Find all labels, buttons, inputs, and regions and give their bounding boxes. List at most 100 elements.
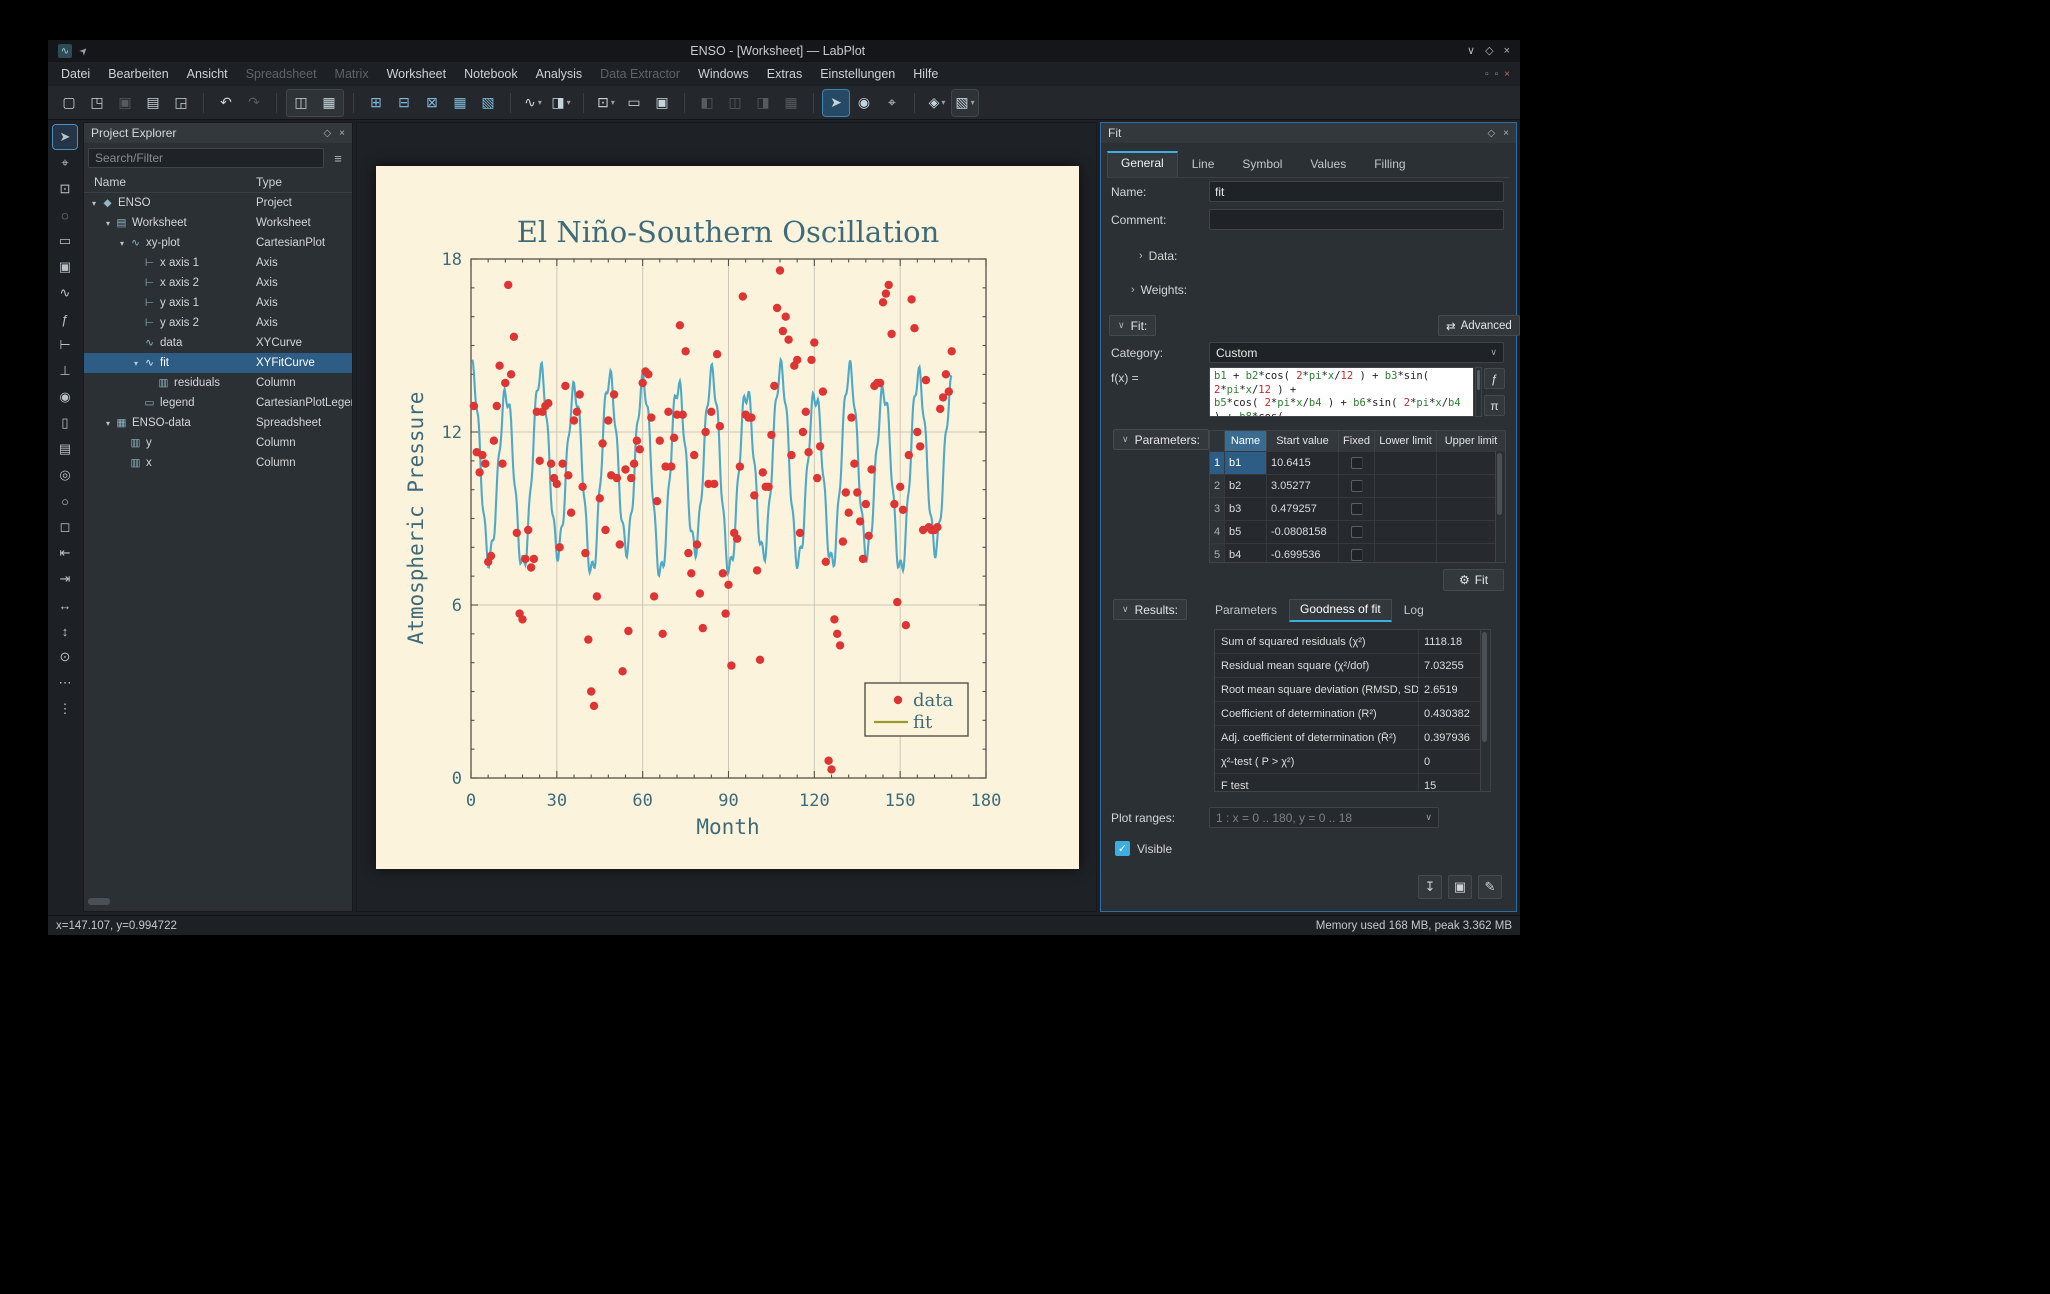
param-row-b3[interactable]: 3b30.479257	[1210, 497, 1505, 520]
comment-field[interactable]	[1209, 209, 1504, 230]
data-point[interactable]	[799, 428, 807, 436]
data-point[interactable]	[764, 483, 772, 491]
data-point[interactable]	[656, 437, 664, 445]
data-point[interactable]	[593, 592, 601, 600]
data-point[interactable]	[819, 387, 827, 395]
data-point[interactable]	[681, 347, 689, 355]
data-point[interactable]	[490, 437, 498, 445]
zoom-out-icon[interactable]: ◻	[53, 515, 77, 539]
column-header-type[interactable]: Type	[256, 175, 352, 189]
tab-line[interactable]: Line	[1178, 151, 1229, 177]
expander-icon[interactable]: ▾	[102, 419, 114, 428]
tree-row-y[interactable]: ▥yColumn	[84, 433, 352, 453]
category-select[interactable]: Custom ∨	[1209, 342, 1504, 363]
formula-editor[interactable]: b1 + b2*cos( 2*pi*x/12 ) + b3*sin( 2*pi*…	[1209, 367, 1474, 417]
data-point[interactable]	[882, 289, 890, 297]
data-point[interactable]	[501, 379, 509, 387]
fixed-checkbox[interactable]	[1351, 457, 1363, 469]
data-point[interactable]	[859, 555, 867, 563]
param-row-b4[interactable]: 5b4-0.699536	[1210, 543, 1505, 563]
data-point[interactable]	[779, 327, 787, 335]
param-start-value-cell[interactable]: 3.05277	[1267, 475, 1339, 497]
insert-matrix-icon[interactable]: ⊟	[391, 90, 417, 116]
auto-scale-x-icon[interactable]: ↔	[53, 593, 77, 617]
save-as-button[interactable]: ✎	[1478, 875, 1502, 899]
insert-notebook-icon[interactable]: ▦	[447, 90, 473, 116]
data-point[interactable]	[636, 445, 644, 453]
tree-row-xy-plot[interactable]: ▾∿xy-plotCartesianPlot	[84, 233, 352, 253]
data-point[interactable]	[596, 494, 604, 502]
data-point[interactable]	[536, 457, 544, 465]
data-point[interactable]	[527, 563, 535, 571]
tree-row-y-axis-1[interactable]: ⊢y axis 1Axis	[84, 293, 352, 313]
data-point[interactable]	[544, 399, 552, 407]
data-point[interactable]	[584, 635, 592, 643]
new-file-icon[interactable]: ▢	[56, 90, 82, 116]
menu-datei[interactable]: Datei	[52, 65, 99, 83]
param-fixed-cell[interactable]	[1339, 452, 1375, 474]
data-point[interactable]	[644, 370, 652, 378]
data-point[interactable]	[773, 304, 781, 312]
data-point[interactable]	[513, 529, 521, 537]
close-panel-icon[interactable]: ×	[339, 128, 345, 139]
data-point[interactable]	[876, 379, 884, 387]
save-file-icon[interactable]: ▣	[112, 90, 138, 116]
advanced-button[interactable]: ⇄ Advanced	[1438, 315, 1520, 336]
data-point[interactable]	[753, 566, 761, 574]
data-point[interactable]	[627, 474, 635, 482]
fixed-checkbox[interactable]	[1351, 480, 1363, 492]
results-section-toggle[interactable]: ∨ Results:	[1113, 599, 1187, 620]
align-center-icon[interactable]: ◫	[722, 90, 748, 116]
data-point[interactable]	[601, 526, 609, 534]
data-point[interactable]	[504, 281, 512, 289]
data-point[interactable]	[836, 641, 844, 649]
param-col-upper-limit[interactable]: Upper limit	[1437, 431, 1505, 451]
data-point[interactable]	[710, 480, 718, 488]
data-point[interactable]	[630, 460, 638, 468]
parameters-section-toggle[interactable]: ∨ Parameters:	[1113, 429, 1209, 450]
close-dock-icon[interactable]: ×	[1503, 128, 1509, 139]
data-point[interactable]	[916, 442, 924, 450]
goodness-row[interactable]: Residual mean square (χ²/dof)7.03255	[1215, 653, 1490, 677]
data-point[interactable]	[862, 500, 870, 508]
weights-section-toggle[interactable]: › Weights:	[1131, 283, 1187, 297]
shade-window-button[interactable]: ∨	[1467, 46, 1475, 57]
param-lower-limit-cell[interactable]	[1375, 521, 1437, 543]
param-name-cell[interactable]: b1	[1225, 452, 1267, 474]
data-point[interactable]	[487, 552, 495, 560]
data-point[interactable]	[784, 336, 792, 344]
param-col-fixed[interactable]: Fixed	[1339, 431, 1375, 451]
data-point[interactable]	[724, 581, 732, 589]
data-point[interactable]	[547, 460, 555, 468]
data-point[interactable]	[810, 338, 818, 346]
layout-vertical-icon[interactable]: ◫	[288, 90, 314, 116]
add-equation-curve-icon[interactable]: ƒ	[53, 307, 77, 331]
data-point[interactable]	[670, 434, 678, 442]
worksheet-view[interactable]: 0306090120150180061218El Niño-Southern O…	[356, 122, 1097, 912]
param-row-b5[interactable]: 4b5-0.0808158	[1210, 520, 1505, 543]
data-point[interactable]	[624, 627, 632, 635]
data-point[interactable]	[478, 451, 486, 459]
data-point[interactable]	[553, 480, 561, 488]
fit-section-toggle[interactable]: ∨ Fit:	[1109, 315, 1156, 336]
data-point[interactable]	[887, 330, 895, 338]
menu-bearbeiten[interactable]: Bearbeiten	[99, 65, 177, 83]
insert-worksheet-icon[interactable]: ⊠	[419, 90, 445, 116]
tree-row-enso-data[interactable]: ▾▦ENSO-dataSpreadsheet	[84, 413, 352, 433]
data-point[interactable]	[739, 292, 747, 300]
data-point[interactable]	[590, 702, 598, 710]
zoom-in-icon[interactable]: ○	[53, 489, 77, 513]
data-point[interactable]	[524, 526, 532, 534]
data-point[interactable]	[839, 537, 847, 545]
param-name-cell[interactable]: b5	[1225, 521, 1267, 543]
tree-row-worksheet[interactable]: ▾▤WorksheetWorksheet	[84, 213, 352, 233]
data-point[interactable]	[842, 488, 850, 496]
data-point[interactable]	[856, 517, 864, 525]
menu-extras[interactable]: Extras	[758, 65, 811, 83]
open-file-icon[interactable]: ◳	[84, 90, 110, 116]
print-icon[interactable]: ▤	[140, 90, 166, 116]
zoom-mode-icon[interactable]: ⊡▾	[593, 90, 619, 116]
data-point[interactable]	[824, 757, 832, 765]
menu-notebook[interactable]: Notebook	[455, 65, 527, 83]
data-point[interactable]	[933, 523, 941, 531]
